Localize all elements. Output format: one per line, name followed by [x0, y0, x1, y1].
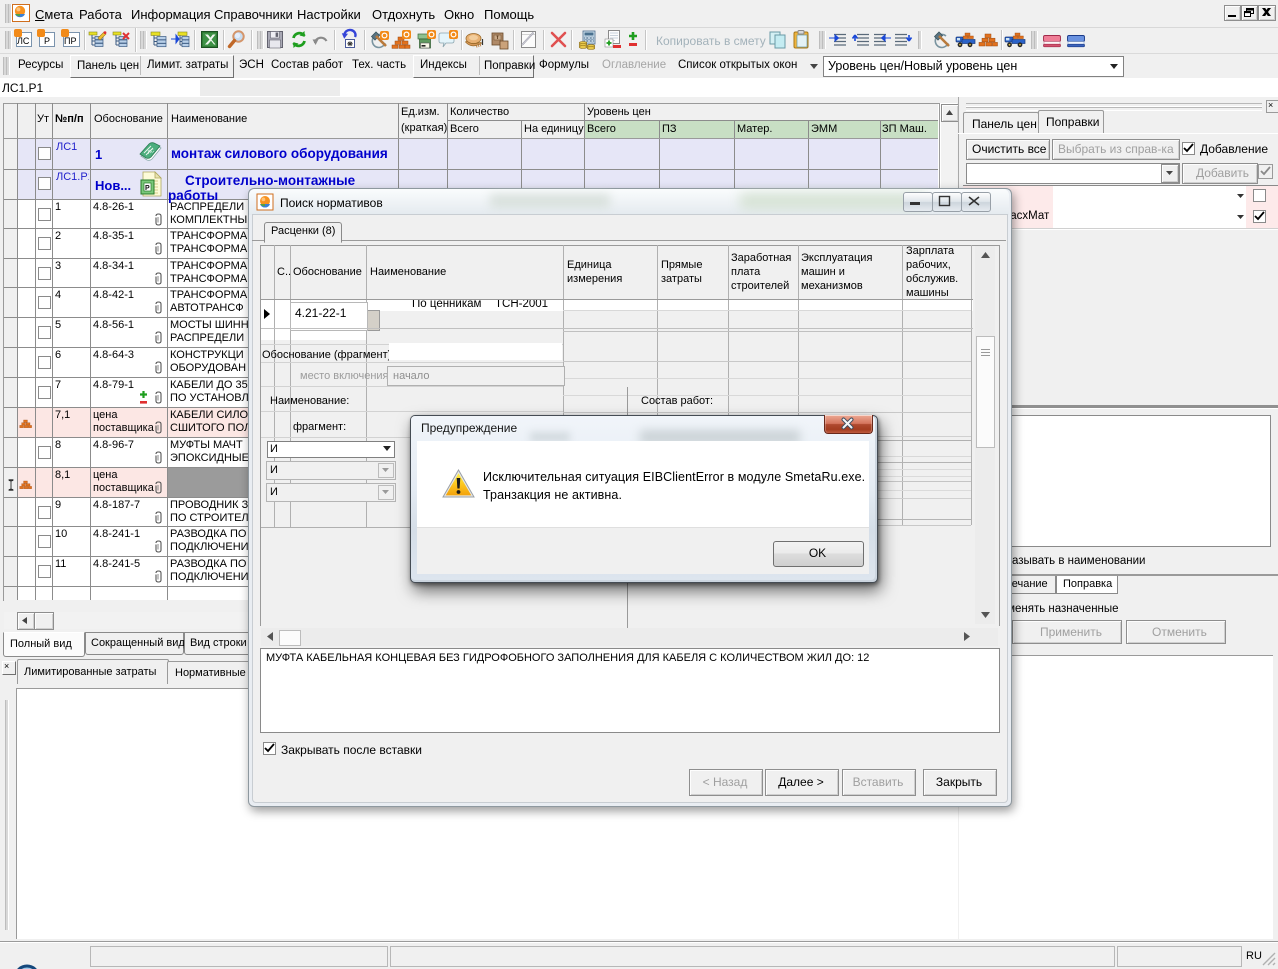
svg-text:P: P [145, 185, 150, 192]
